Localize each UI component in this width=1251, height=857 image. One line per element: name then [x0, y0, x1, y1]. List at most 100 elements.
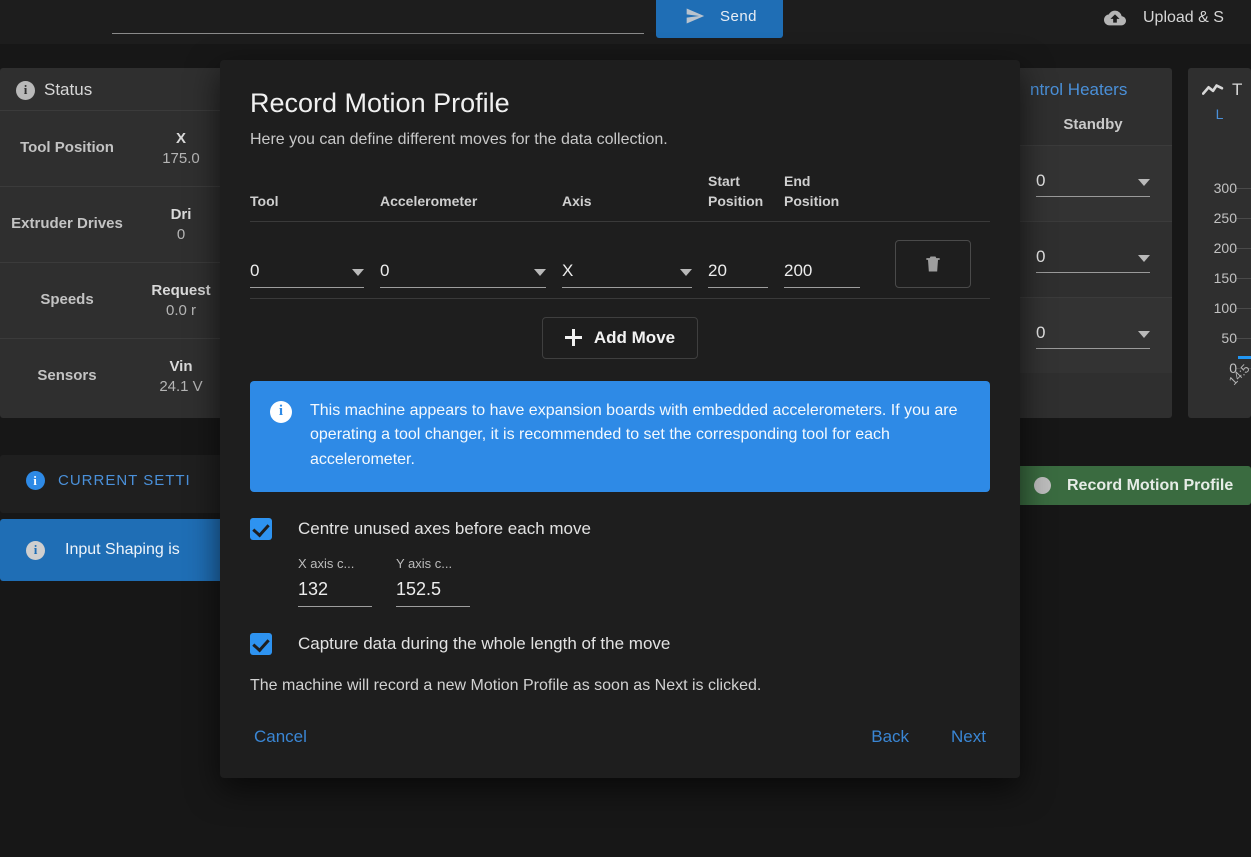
move-accelerometer-select[interactable]: 0: [380, 261, 546, 288]
chevron-down-icon: [1138, 178, 1150, 186]
trash-icon: [926, 256, 940, 272]
heater-standby-value: 0: [1036, 170, 1046, 190]
move-start-position-input[interactable]: 20: [708, 261, 768, 288]
move-row: 0 0 X 20 200: [250, 222, 990, 299]
send-icon: [686, 8, 705, 24]
x-axis-centre-field[interactable]: X axis c... 132: [298, 556, 372, 607]
column-header-end-line2: Position: [784, 193, 840, 210]
move-tool-select[interactable]: 0: [250, 261, 364, 288]
status-value-head: Request: [151, 282, 211, 299]
chart-plot-area: 300 250 200 150 100 50 0 14:5: [1188, 168, 1251, 418]
status-row-label: Extruder Drives: [11, 215, 123, 233]
y-axis-centre-field[interactable]: Y axis c... 152.5: [396, 556, 470, 607]
control-heaters-panel: ntrol Heaters Standby 0 0 0: [1014, 68, 1172, 418]
record-motion-profile-button[interactable]: Record Motion Profile: [1017, 466, 1251, 505]
y-axis-centre-label: Y axis c...: [396, 556, 453, 571]
gcode-console-input[interactable]: [112, 0, 644, 34]
upload-and-start-label: Upload & S: [1143, 9, 1224, 26]
move-end-position-value: 200: [784, 260, 813, 280]
heater-row: 0: [1014, 221, 1172, 297]
gridline: [1236, 188, 1251, 189]
capture-data-label: Capture data during the whole length of …: [298, 634, 671, 653]
top-toolbar: Send Upload & S: [0, 0, 1251, 44]
x-axis-centre-value: 132: [298, 571, 372, 607]
chart-panel-header: T: [1188, 68, 1251, 100]
chevron-down-icon: [352, 268, 364, 276]
heater-standby-select[interactable]: 0: [1036, 323, 1150, 349]
status-value-head: Dri: [170, 206, 192, 223]
info-circle-icon: i: [26, 540, 45, 560]
column-header-start-line1: Start: [708, 173, 740, 189]
control-heaters-header: ntrol Heaters: [1014, 68, 1172, 110]
status-value-text: 175.0: [162, 150, 200, 167]
control-heaters-title: ntrol Heaters: [1030, 80, 1128, 99]
heater-standby-value: 0: [1036, 246, 1046, 266]
back-button[interactable]: Back: [867, 721, 913, 753]
capture-data-checkbox[interactable]: [250, 633, 272, 655]
dialog-subtitle: Here you can define different moves for …: [250, 131, 668, 148]
status-row-value: Vin 24.1 V: [134, 358, 228, 395]
gridline: [1236, 278, 1251, 279]
cancel-button[interactable]: Cancel: [250, 721, 311, 753]
add-move-label: Add Move: [593, 327, 676, 347]
column-header-axis: Axis: [562, 193, 592, 210]
current-settings-title: CURRENT SETTI: [58, 472, 191, 489]
chart-series-line: [1238, 356, 1251, 359]
move-end-position-input[interactable]: 200: [784, 261, 860, 288]
add-move-row: Add Move: [220, 316, 1020, 359]
add-move-button[interactable]: Add Move: [541, 316, 699, 359]
chevron-down-icon: [1138, 330, 1150, 338]
input-shaping-banner: i Input Shaping is: [0, 519, 228, 581]
status-value-text: 0.0 r: [165, 302, 196, 319]
gridline: [1236, 338, 1251, 339]
accelerometer-info-alert-text: This machine appears to have expansion b…: [310, 401, 958, 468]
heater-row: 0: [1014, 145, 1172, 221]
info-circle-icon: i: [16, 80, 35, 100]
heater-standby-select[interactable]: 0: [1036, 247, 1150, 273]
status-value-head: Vin: [169, 358, 193, 375]
status-row-label: Speeds: [40, 291, 94, 309]
move-start-position-value: 20: [708, 260, 727, 280]
next-button[interactable]: Next: [947, 721, 990, 753]
current-settings-header[interactable]: i CURRENT SETTI: [0, 455, 228, 490]
moves-table-header: Tool Accelerometer Axis Start Position E…: [250, 171, 990, 222]
status-row: Speeds Request 0.0 r: [0, 262, 228, 338]
move-axis-select[interactable]: X: [562, 261, 692, 288]
send-button[interactable]: Send: [656, 0, 783, 38]
centre-unused-axes-row: Centre unused axes before each move: [250, 518, 990, 540]
y-axis-tick: 300: [1213, 180, 1237, 196]
heater-standby-select[interactable]: 0: [1036, 171, 1150, 197]
upload-and-start-button[interactable]: Upload & S: [1100, 0, 1224, 38]
record-motion-profile-label: Record Motion Profile: [1067, 476, 1234, 494]
y-axis-tick: 200: [1213, 240, 1237, 256]
status-row-value: Dri 0: [134, 206, 228, 243]
heater-row: 0: [1014, 297, 1172, 373]
chevron-down-icon: [680, 268, 692, 276]
delete-move-button[interactable]: [895, 239, 971, 288]
status-value-text: 0: [176, 226, 186, 243]
column-header-end-line1: End: [784, 173, 811, 189]
dialog-actions: Cancel Back Next: [250, 721, 990, 753]
gridline: [1236, 218, 1251, 219]
gridline: [1236, 308, 1251, 309]
status-row-value: X 175.0: [134, 130, 228, 167]
chevron-down-icon: [1138, 254, 1150, 262]
centre-unused-axes-checkbox[interactable]: [250, 518, 272, 540]
dialog-note: The machine will record a new Motion Pro…: [250, 677, 762, 694]
record-motion-profile-dialog: Record Motion Profile Here you can defin…: [220, 60, 1020, 778]
capture-data-row: Capture data during the whole length of …: [250, 633, 990, 655]
y-axis-tick: 250: [1213, 210, 1237, 226]
move-accelerometer-value: 0: [380, 260, 390, 280]
column-header-start-position: Start Position: [708, 171, 784, 212]
plus-icon: [564, 329, 582, 347]
info-circle-icon: i: [270, 400, 292, 423]
axis-centre-fields: X axis c... 132 Y axis c... 152.5: [298, 556, 990, 607]
accelerometer-info-alert: i This machine appears to have expansion…: [250, 380, 990, 492]
chart-line-icon: [1202, 84, 1224, 95]
status-row: Sensors Vin 24.1 V: [0, 338, 228, 414]
centre-unused-axes-label: Centre unused axes before each move: [298, 519, 591, 538]
column-header-start-line2: Position: [708, 193, 764, 210]
y-axis-tick: 150: [1213, 270, 1237, 286]
temperature-chart-panel: T L 300 250 200 150 100 50 0 14:5: [1188, 68, 1251, 418]
status-row-label: Sensors: [37, 367, 97, 385]
